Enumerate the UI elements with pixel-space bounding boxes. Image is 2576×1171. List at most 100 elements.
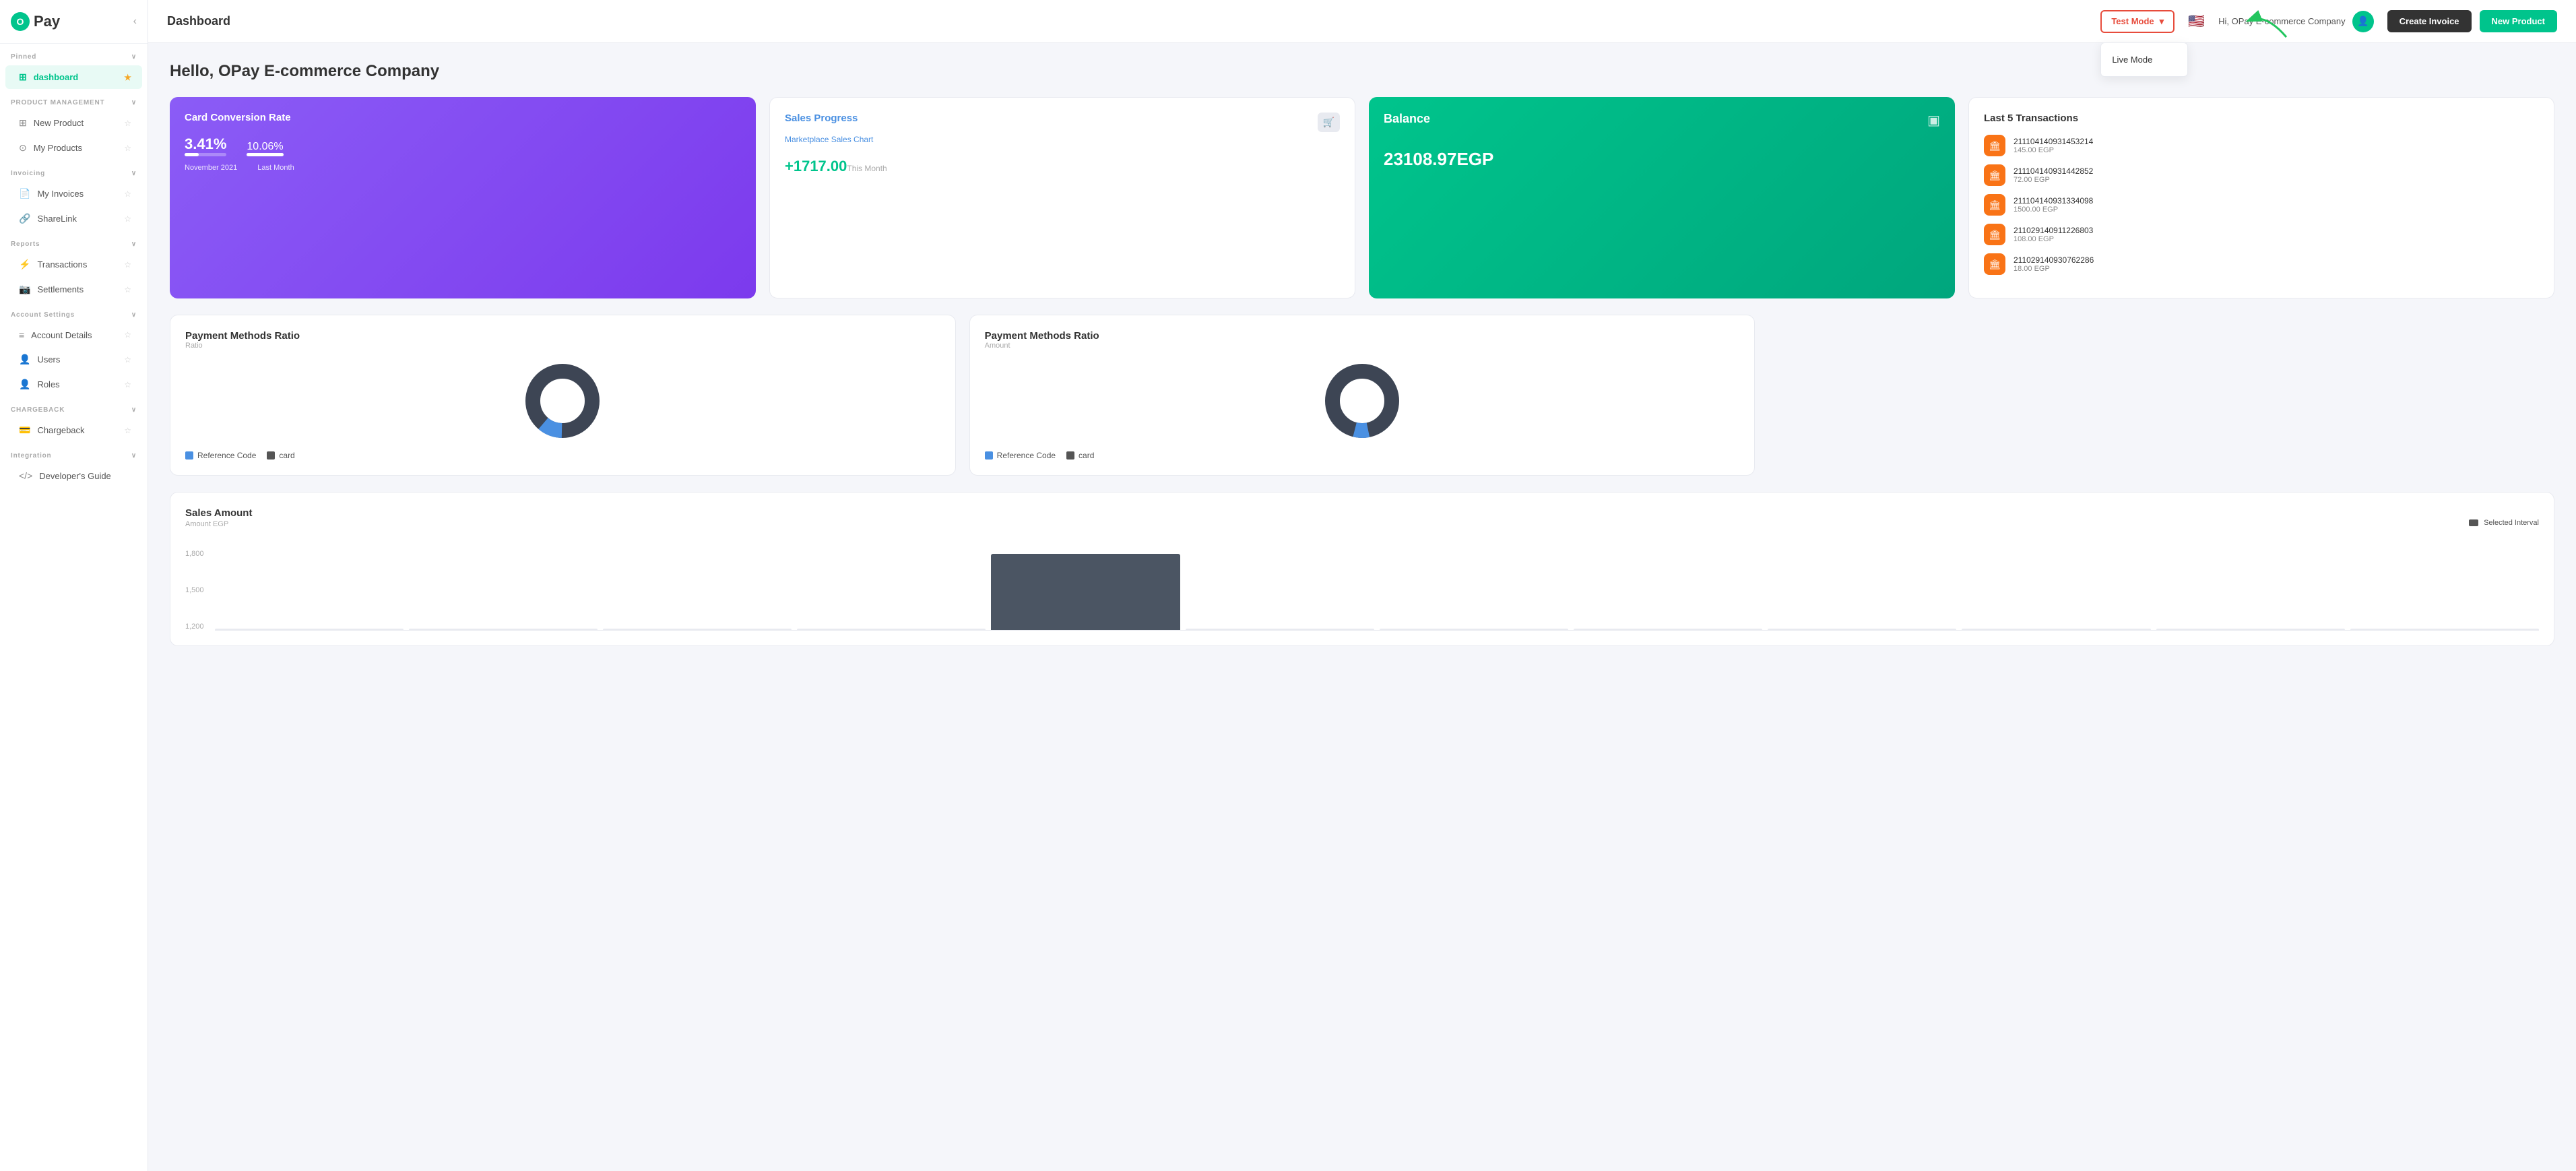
star-icon[interactable]: ☆ [124, 144, 131, 153]
sidebar-item-roles[interactable]: 👤 Roles ☆ [5, 373, 142, 396]
user-greeting: Hi, OPay E-commerce Company [2218, 16, 2346, 26]
new-product-button[interactable]: New Product [2480, 10, 2557, 32]
transaction-id: 211104140931453214 [2014, 137, 2093, 146]
sidebar-item-label: dashboard [34, 72, 78, 82]
sidebar-section-integration[interactable]: Integration ∨ [0, 443, 148, 464]
bar-chart-bar [603, 629, 792, 630]
dashboard-icon: ⊞ [19, 71, 27, 83]
star-icon[interactable]: ☆ [124, 285, 131, 294]
balance-icon: ▣ [1927, 112, 1940, 129]
chevron-down-icon: ∨ [131, 452, 137, 460]
conversion-value1: 3.41% [185, 135, 226, 153]
users-icon: 👤 [19, 354, 30, 365]
sidebar-section-reports[interactable]: Reports ∨ [0, 231, 148, 252]
sidebar-item-dashboard[interactable]: ⊞ dashboard ★ [5, 65, 142, 89]
bar-chart-bars [215, 550, 2539, 631]
donut-chart-1 [185, 360, 940, 441]
sidebar-section-chargeback[interactable]: CHARGEBACK ∨ [0, 397, 148, 418]
test-mode-button[interactable]: Test Mode ▾ [2100, 10, 2175, 33]
chevron-down-icon: ∨ [131, 53, 137, 61]
sidebar-section-account-settings[interactable]: Account Settings ∨ [0, 302, 148, 323]
card-last-transactions: Last 5 Transactions 🏛 211104140931453214… [1968, 97, 2554, 298]
topbar-right: Test Mode ▾ Live Mode 🇺🇸 Hi, OPay E-c [2100, 10, 2557, 33]
conversion-label2: Last Month [257, 164, 294, 172]
legend-reference-code: Reference Code [197, 451, 256, 460]
transaction-amount: 1500.00 EGP [2014, 205, 2093, 214]
my-invoices-icon: 📄 [19, 188, 30, 199]
sidebar-item-my-products[interactable]: ⊙ My Products ☆ [5, 136, 142, 160]
sidebar-logo: O Pay ‹ [0, 0, 148, 44]
sales-amount-legend-label: Selected Interval [2484, 519, 2539, 527]
settlements-icon: 📷 [19, 284, 30, 295]
star-icon[interactable]: ☆ [124, 214, 131, 224]
conversion-value2: 10.06% [247, 141, 283, 153]
transaction-amount: 72.00 EGP [2014, 176, 2093, 184]
dashboard-content: Hello, OPay E-commerce Company Card Conv… [148, 43, 2576, 1171]
star-icon[interactable]: ☆ [124, 426, 131, 435]
dashboard-greeting: Hello, OPay E-commerce Company [170, 62, 2554, 81]
transaction-item: 🏛 211104140931334098 1500.00 EGP [1984, 194, 2539, 216]
chevron-down-icon: ▾ [2160, 16, 2164, 27]
sidebar-item-sharelink[interactable]: 🔗 ShareLink ☆ [5, 207, 142, 230]
bar-chart-bar [1962, 629, 2150, 630]
y-label-1800: 1,800 [185, 550, 204, 558]
sidebar-item-users[interactable]: 👤 Users ☆ [5, 348, 142, 371]
new-product-icon: ⊞ [19, 117, 27, 129]
star-icon[interactable]: ☆ [124, 380, 131, 389]
create-invoice-button[interactable]: Create Invoice [2387, 10, 2472, 32]
integration-label: Integration [11, 452, 51, 460]
bar-chart-bar [215, 629, 404, 630]
conversion-label1: November 2021 [185, 164, 237, 172]
chargeback-icon: 💳 [19, 424, 30, 436]
star-icon[interactable]: ★ [124, 73, 131, 82]
logo-name: Pay [34, 13, 60, 30]
star-icon[interactable]: ☆ [124, 119, 131, 128]
transaction-item: 🏛 211029140930762286 18.00 EGP [1984, 253, 2539, 275]
sidebar-item-my-invoices[interactable]: 📄 My Invoices ☆ [5, 182, 142, 205]
product-management-label: PRODUCT MANAGEMENT [11, 99, 104, 106]
sidebar-item-developers-guide[interactable]: </> Developer's Guide [5, 464, 142, 487]
bar-chart-bar [991, 554, 1180, 631]
star-icon[interactable]: ☆ [124, 260, 131, 270]
sidebar-item-label: ShareLink [37, 214, 77, 224]
sidebar-section-invoicing[interactable]: Invoicing ∨ [0, 160, 148, 181]
transaction-amount: 108.00 EGP [2014, 235, 2093, 243]
balance-value: 23108.97EGP [1384, 149, 1940, 170]
sidebar-section-product-mgmt[interactable]: PRODUCT MANAGEMENT ∨ [0, 90, 148, 110]
sales-amount-title: Sales Amount [185, 507, 2539, 519]
star-icon[interactable]: ☆ [124, 330, 131, 340]
account-details-icon: ≡ [19, 329, 24, 340]
flag-icon: 🇺🇸 [2188, 13, 2205, 30]
mode-selector: Test Mode ▾ Live Mode [2100, 10, 2175, 33]
sidebar-item-new-product[interactable]: ⊞ New Product ☆ [5, 111, 142, 135]
sidebar-item-label: My Products [34, 143, 82, 153]
legend-card: card [279, 451, 294, 460]
sidebar-item-account-details[interactable]: ≡ Account Details ☆ [5, 323, 142, 346]
live-mode-option[interactable]: Live Mode [2101, 49, 2187, 71]
sidebar: O Pay ‹ Pinned ∨ ⊞ dashboard ★ PRODUCT M… [0, 0, 148, 1171]
transaction-id: 211104140931442852 [2014, 166, 2093, 176]
chevron-down-icon: ∨ [131, 241, 137, 248]
main-content: Dashboard Test Mode ▾ Live Mode [148, 0, 2576, 1171]
sales-value: +1717.00This Month [785, 158, 1340, 175]
transaction-id: 211029140911226803 [2014, 226, 2093, 235]
card-payment-ratio-1: Payment Methods Ratio Ratio Reference Co… [170, 315, 956, 476]
transaction-amount: 18.00 EGP [2014, 265, 2094, 273]
cart-icon: 🛒 [1318, 113, 1340, 132]
sales-title: Sales Progress [785, 113, 858, 124]
sidebar-item-chargeback[interactable]: 💳 Chargeback ☆ [5, 418, 142, 442]
sidebar-section-pinned[interactable]: Pinned ∨ [0, 44, 148, 65]
card-balance: Balance ▣ 23108.97EGP [1369, 97, 1955, 298]
transaction-icon: 🏛 [1984, 194, 2005, 216]
sidebar-item-label: Developer's Guide [39, 471, 111, 481]
sidebar-collapse-button[interactable]: ‹ [133, 15, 137, 28]
sidebar-item-transactions[interactable]: ⚡ Transactions ☆ [5, 253, 142, 276]
star-icon[interactable]: ☆ [124, 189, 131, 199]
bar-chart: 1,800 1,500 1,200 [185, 536, 2539, 631]
transaction-icon: 🏛 [1984, 135, 2005, 156]
chevron-down-icon: ∨ [131, 170, 137, 177]
card-conversion-title: Card Conversion Rate [185, 112, 741, 123]
sidebar-item-settlements[interactable]: 📷 Settlements ☆ [5, 278, 142, 301]
star-icon[interactable]: ☆ [124, 355, 131, 365]
bar-chart-bar [409, 629, 598, 630]
